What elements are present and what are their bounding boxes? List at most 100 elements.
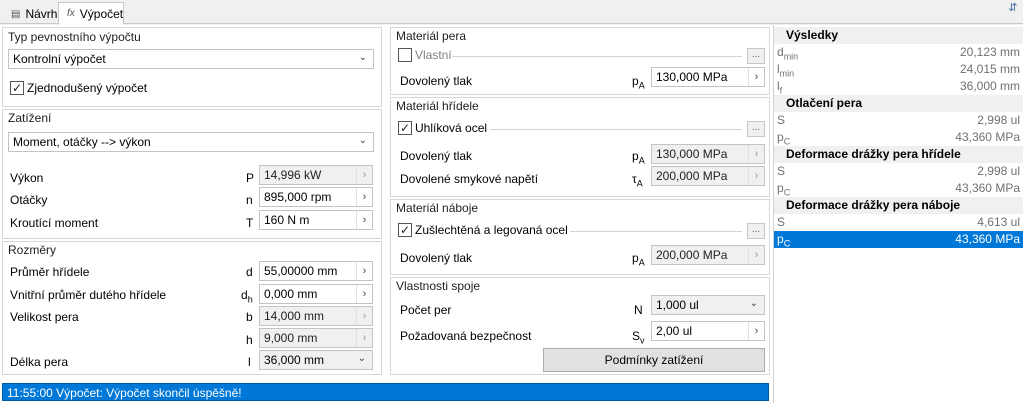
mat-hridele-tlak-field: 130,000 MPa ›: [651, 144, 765, 164]
result-row[interactable]: S 4,613 ul: [774, 214, 1023, 231]
chevron-down-icon: ⌄: [357, 353, 366, 364]
chevron-right-icon: ›: [748, 145, 764, 163]
vnitrni-prumer-symbol: dh: [241, 288, 253, 305]
typ-title: Typ pevnostního výpočtu: [8, 30, 141, 44]
otacky-value: 895,000 rpm: [264, 190, 332, 204]
bezpecnost-field[interactable]: 2,00 ul ›: [651, 321, 765, 341]
pocet-per-label: Počet per: [400, 303, 452, 317]
moment-field[interactable]: 160 N m ›: [259, 210, 373, 230]
simplified-checkbox[interactable]: ✓ Zjednodušený výpočet: [10, 81, 147, 95]
chevron-down-icon: ⌄: [358, 135, 367, 146]
pocet-per-symbol: N: [634, 303, 643, 317]
tab-navrh[interactable]: ▤ Návrh: [2, 3, 58, 25]
chevron-right-icon[interactable]: ›: [356, 285, 372, 303]
delka-pera-symbol: l: [248, 355, 251, 369]
otacky-symbol: n: [246, 193, 253, 207]
chevron-right-icon[interactable]: ›: [356, 262, 372, 280]
vlastni-checkbox[interactable]: Vlastní: [398, 48, 452, 62]
zatizeni-dropdown-value: Moment, otáčky --> výkon: [13, 135, 151, 149]
pocet-per-value: 1,000 ul: [656, 298, 699, 312]
mat-naboje-tlak-label: Dovolený tlak: [400, 251, 473, 265]
prumer-value: 55,00000 mm: [264, 264, 338, 278]
divider: [570, 231, 742, 232]
chevron-down-icon: ⌄: [749, 298, 758, 309]
moment-symbol: T: [246, 216, 254, 230]
result-row[interactable]: dmin 20,123 mm: [774, 44, 1023, 61]
result-row[interactable]: lmin 24,015 mm: [774, 61, 1023, 78]
mat-pera-tlak-label: Dovolený tlak: [400, 74, 473, 88]
mat-naboje-more-button[interactable]: ...: [747, 223, 765, 239]
mat-pera-tlak-symbol: pA: [632, 74, 645, 91]
vlastni-label: Vlastní: [415, 48, 452, 62]
result-row[interactable]: S 2,998 ul: [774, 112, 1023, 129]
velikost-pera-b-field: 14,000 mm ›: [259, 306, 373, 326]
results-section-title: Otlačení pera: [774, 95, 1023, 112]
podminky-zatizeni-button[interactable]: Podmínky zatížení: [543, 348, 765, 372]
vykon-label: Výkon: [10, 171, 44, 185]
pocet-per-dropdown[interactable]: 1,000 ul ⌄: [651, 295, 765, 315]
results-panel: Výsledky dmin 20,123 mm lmin 24,015 mm lf 3…: [773, 25, 1023, 403]
results-section-title: Výsledky: [774, 27, 1023, 44]
checkbox-unchecked-icon: [398, 48, 412, 62]
mat-pera-tlak-field[interactable]: 130,000 MPa ›: [651, 67, 765, 87]
result-row[interactable]: S 2,998 ul: [774, 163, 1023, 180]
chevron-right-icon: ›: [748, 167, 764, 185]
velikost-pera-label: Velikost pera: [10, 310, 79, 324]
smykove-napeti-value: 200,000 MPa: [656, 169, 728, 183]
vnitrni-prumer-field[interactable]: 0,000 mm ›: [259, 284, 373, 304]
velikost-pera-b-value: 14,000 mm: [264, 309, 325, 323]
prumer-field[interactable]: 55,00000 mm ›: [259, 261, 373, 281]
uhlikova-checkbox[interactable]: ✓ Uhlíková ocel: [398, 121, 487, 135]
calculation-panel: Typ pevnostního výpočtu Kontrolní výpoče…: [0, 25, 1023, 403]
delka-pera-value: 36,000 mm: [264, 353, 325, 367]
chevron-right-icon[interactable]: ›: [748, 322, 764, 340]
mat-naboje-tlak-symbol: pA: [632, 251, 645, 268]
chevron-right-icon[interactable]: ›: [356, 211, 372, 229]
zuslechtena-checkbox[interactable]: ✓ Zušlechtěná a legovaná ocel: [398, 223, 568, 237]
bezpecnost-label: Požadovaná bezpečnost: [400, 329, 532, 343]
vnitrni-prumer-label: Vnitřní průměr dutého hřídele: [10, 288, 167, 302]
smykove-napeti-field: 200,000 MPa ›: [651, 166, 765, 186]
mat-hridele-more-button[interactable]: ...: [747, 121, 765, 137]
mat-naboje-tlak-value: 200,000 MPa: [656, 248, 728, 262]
otacky-label: Otáčky: [10, 193, 48, 207]
moment-value: 160 N m: [264, 213, 310, 227]
result-row[interactable]: lf 36,000 mm: [774, 78, 1023, 95]
bezpecnost-symbol: Sv: [632, 329, 645, 346]
zuslechtena-label: Zušlechtěná a legovaná ocel: [415, 223, 568, 237]
mat-pera-title: Materiál pera: [396, 29, 467, 43]
zatizeni-dropdown[interactable]: Moment, otáčky --> výkon ⌄: [8, 132, 374, 152]
smykove-napeti-symbol: τA: [632, 172, 643, 189]
delka-pera-dropdown[interactable]: 36,000 mm ⌄: [259, 350, 373, 370]
simplified-label: Zjednodušený výpočet: [27, 81, 148, 95]
tab-bar: ▤ Návrh fx Výpočet ⇵: [0, 0, 1023, 25]
zatizeni-title: Zatížení: [8, 111, 52, 125]
function-icon: fx: [67, 8, 75, 19]
typ-dropdown[interactable]: Kontrolní výpočet ⌄: [8, 49, 374, 69]
mat-hridele-tlak-value: 130,000 MPa: [656, 147, 728, 161]
smykove-napeti-label: Dovolené smykové napětí: [400, 172, 539, 186]
bezpecnost-value: 2,00 ul: [656, 324, 693, 338]
result-row[interactable]: pC 43,360 MPa: [774, 180, 1023, 197]
velikost-pera-b-symbol: b: [246, 310, 253, 324]
status-bar: 11:55:00 Výpočet: Výpočet skončil úspěšn…: [2, 383, 769, 401]
chevron-right-icon: ›: [356, 329, 372, 347]
chevron-right-icon[interactable]: ›: [748, 68, 764, 86]
chevron-right-icon: ›: [748, 246, 764, 264]
velikost-pera-h-value: 9,000 mm: [264, 331, 318, 345]
tab-vypocet[interactable]: fx Výpočet: [58, 2, 124, 25]
mat-hridele-tlak-label: Dovolený tlak: [400, 149, 473, 163]
mat-pera-more-button[interactable]: ...: [747, 48, 765, 64]
checkbox-checked-icon: ✓: [398, 223, 412, 237]
divider: [452, 56, 742, 57]
otacky-field[interactable]: 895,000 rpm ›: [259, 187, 373, 207]
result-row[interactable]: pC 43,360 MPa: [774, 129, 1023, 146]
tab-navrh-label: Návrh: [25, 7, 58, 21]
velikost-pera-h-field: 9,000 mm ›: [259, 328, 373, 348]
chevron-right-icon[interactable]: ›: [356, 188, 372, 206]
collapse-icon[interactable]: ⇵: [1007, 2, 1019, 14]
result-row-selected[interactable]: pC 43,360 MPa: [774, 231, 1023, 248]
vykon-field: 14,996 kW ›: [259, 165, 373, 185]
results-section-title: Deformace drážky pera náboje: [774, 197, 1023, 214]
prumer-symbol: d: [246, 265, 253, 279]
